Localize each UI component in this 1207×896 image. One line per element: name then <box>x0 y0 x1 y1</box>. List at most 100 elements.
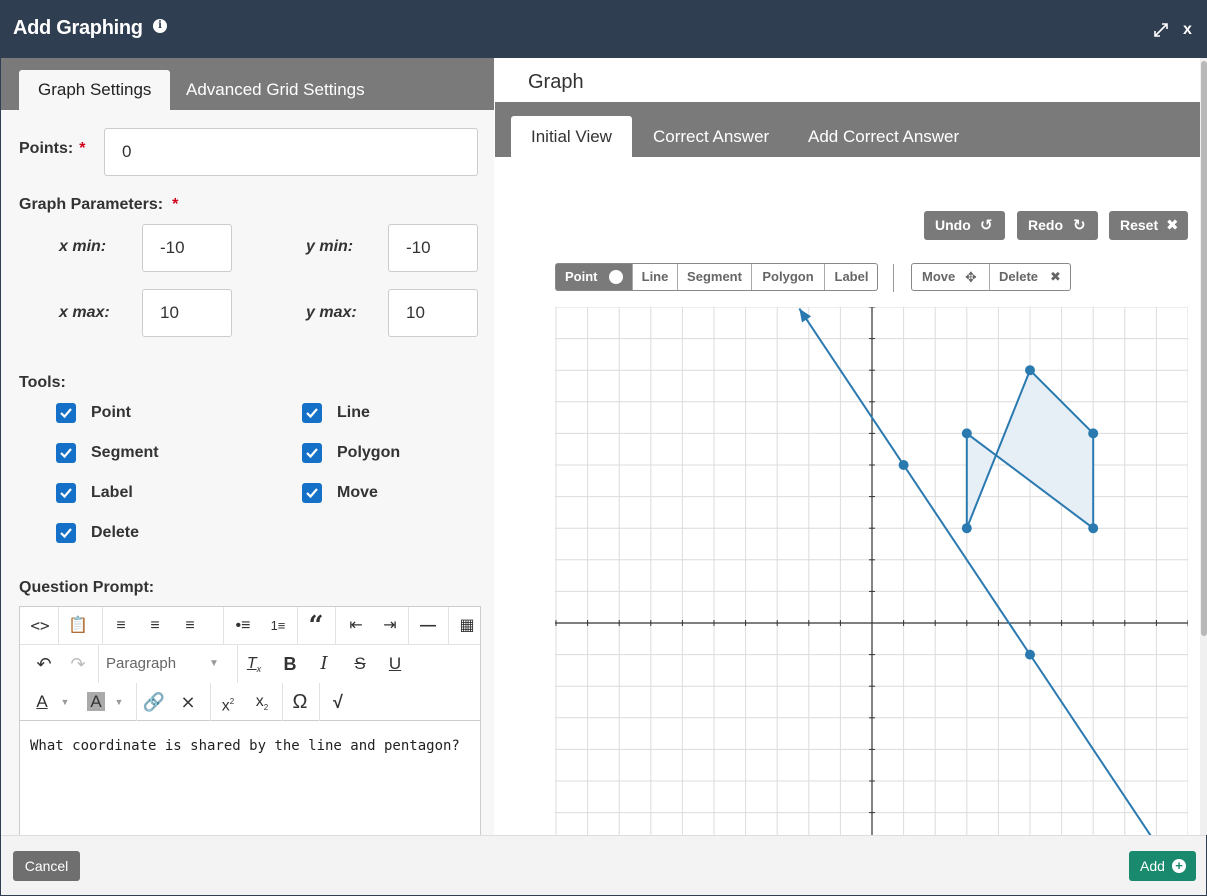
math-equation-icon[interactable]: √ <box>324 683 352 721</box>
cancel-button[interactable]: Cancel <box>13 851 80 881</box>
clear-formatting-icon[interactable]: Tx <box>240 645 268 683</box>
plus-icon: + <box>1172 859 1186 873</box>
tab-add-correct-answer[interactable]: Add Correct Answer <box>788 116 979 157</box>
x-min-label: x min: <box>59 238 107 255</box>
unlink-icon[interactable]: ⨯ <box>174 683 202 721</box>
info-icon[interactable]: i <box>153 19 167 33</box>
y-max-input[interactable]: 10 <box>388 289 478 337</box>
point-tool[interactable]: Point <box>556 264 633 290</box>
x-min-input[interactable]: -10 <box>142 224 232 272</box>
chevron-down-icon[interactable]: ▼ <box>58 683 72 721</box>
link-icon[interactable]: 🔗 <box>140 683 168 721</box>
format-select[interactable]: Paragraph ▼ <box>106 645 219 683</box>
special-character-icon[interactable]: Ω <box>286 683 314 721</box>
strikethrough-icon[interactable]: S <box>346 645 374 683</box>
text-color-icon[interactable]: A <box>28 683 56 721</box>
label-checkbox-label: Label <box>91 484 133 501</box>
delete-checkbox-label: Delete <box>91 524 140 541</box>
y-min-input[interactable]: -10 <box>388 224 478 272</box>
add-button[interactable]: Add + <box>1129 851 1196 881</box>
tab-correct-answer[interactable]: Correct Answer <box>633 116 789 157</box>
source-code-icon[interactable]: <> <box>26 607 54 645</box>
question-prompt-label: Question Prompt: <box>19 579 155 596</box>
chevron-down-icon[interactable]: ▼ <box>112 683 126 721</box>
polygon-checkbox[interactable] <box>302 443 322 463</box>
graph-panel: Graph Initial View Correct Answer Add Co… <box>495 58 1200 835</box>
segment-tool[interactable]: Segment <box>678 264 752 290</box>
table-icon[interactable]: ▦ <box>454 607 480 645</box>
paste-text-icon[interactable]: 📋 <box>64 607 92 645</box>
outdent-icon[interactable]: ⇤ <box>342 607 370 645</box>
close-icon[interactable]: x <box>1183 21 1192 39</box>
draw-tool-group: Point Line Segment Polygon Label <box>555 263 878 291</box>
label-checkbox[interactable] <box>56 483 76 503</box>
editor-toolbar-row-3: A ▼ A ▼ 🔗 ⨯ x2 x2 Ω √ <box>20 683 480 721</box>
delete-checkbox[interactable] <box>56 523 76 543</box>
delete-tool[interactable]: Delete ✖ <box>990 264 1070 290</box>
pentagon-vertex <box>961 523 972 534</box>
move-checkbox[interactable] <box>302 483 322 503</box>
pentagon-vertex <box>1088 428 1099 439</box>
prompt-text[interactable]: What coordinate is shared by the line an… <box>30 738 460 754</box>
line-point <box>1025 649 1035 660</box>
undo-button[interactable]: Undo ↺ <box>924 211 1005 240</box>
subscript-icon[interactable]: x2 <box>248 683 276 721</box>
line-checkbox-label: Line <box>337 404 370 421</box>
superscript-icon[interactable]: x2 <box>214 683 242 721</box>
align-left-icon[interactable]: ≡ <box>106 607 136 645</box>
settings-tabs: Graph Settings Advanced Grid Settings <box>1 58 494 110</box>
reset-button[interactable]: Reset ✖ <box>1109 211 1188 240</box>
redo-icon: ↻ <box>1073 217 1086 234</box>
tab-graph-settings[interactable]: Graph Settings <box>19 70 171 110</box>
redo-icon[interactable]: ↷ <box>64 645 92 683</box>
segment-checkbox-label: Segment <box>91 444 159 461</box>
segment-checkbox[interactable] <box>56 443 76 463</box>
label-tool[interactable]: Label <box>825 264 878 290</box>
x-max-input[interactable]: 10 <box>142 289 232 337</box>
italic-icon[interactable]: I <box>310 645 338 683</box>
toolbar-divider <box>893 264 894 292</box>
dialog-footer: Cancel Add + <box>1 835 1206 895</box>
editor-toolbar-row-1: <> 📋 ≡ ≡ ≡ •≡ 1≡ “ ⇤ ⇥ — ▦ <box>20 607 480 645</box>
line-tool[interactable]: Line <box>633 264 678 290</box>
underline-icon[interactable]: U <box>381 645 409 683</box>
numbered-list-icon[interactable]: 1≡ <box>264 607 292 645</box>
move-checkbox-label: Move <box>337 484 378 501</box>
editor-toolbar-row-2: ↶ ↷ Paragraph ▼ Tx B I S U <box>20 645 480 683</box>
horizontal-line-icon[interactable]: — <box>414 607 442 645</box>
coordinate-grid[interactable] <box>555 307 1188 835</box>
close-icon: ✖ <box>1050 269 1061 284</box>
tab-initial-view[interactable]: Initial View <box>511 116 632 157</box>
points-label: Points: * <box>19 140 86 157</box>
indent-icon[interactable]: ⇥ <box>376 607 404 645</box>
pentagon-vertex <box>1088 523 1099 534</box>
edit-tool-group: Move ✥ Delete ✖ <box>911 263 1071 291</box>
points-input[interactable]: 0 <box>104 128 478 176</box>
line-checkbox[interactable] <box>302 403 322 423</box>
point-checkbox-label: Point <box>91 404 131 421</box>
move-icon: ✥ <box>965 269 977 285</box>
bold-icon[interactable]: B <box>276 645 304 683</box>
line-graph <box>798 308 1152 835</box>
polygon-checkbox-label: Polygon <box>337 444 401 461</box>
point-checkbox[interactable] <box>56 403 76 423</box>
bulleted-list-icon[interactable]: •≡ <box>229 607 257 645</box>
pentagon-vertex <box>1025 365 1035 376</box>
close-icon: ✖ <box>1166 217 1179 234</box>
scrollbar-thumb[interactable] <box>1201 61 1207 636</box>
undo-icon[interactable]: ↶ <box>30 645 58 683</box>
graph-tabs: Initial View Correct Answer Add Correct … <box>495 102 1200 157</box>
align-center-icon[interactable]: ≡ <box>140 607 170 645</box>
background-color-icon[interactable]: A <box>82 683 110 721</box>
redo-button[interactable]: Redo ↻ <box>1017 211 1098 240</box>
polygon-tool[interactable]: Polygon <box>752 264 825 290</box>
expand-icon[interactable] <box>1154 23 1168 37</box>
tab-advanced-grid-settings[interactable]: Advanced Grid Settings <box>167 70 384 110</box>
x-max-label: x max: <box>59 304 110 321</box>
move-tool[interactable]: Move ✥ <box>912 264 990 290</box>
add-graphing-dialog: Add Graphing i x Graph Settings Advanced… <box>0 0 1207 896</box>
blockquote-icon[interactable]: “ <box>302 607 330 645</box>
align-right-icon[interactable]: ≡ <box>175 607 205 645</box>
pentagon-vertex <box>961 428 972 439</box>
graph-heading: Graph <box>528 71 584 93</box>
